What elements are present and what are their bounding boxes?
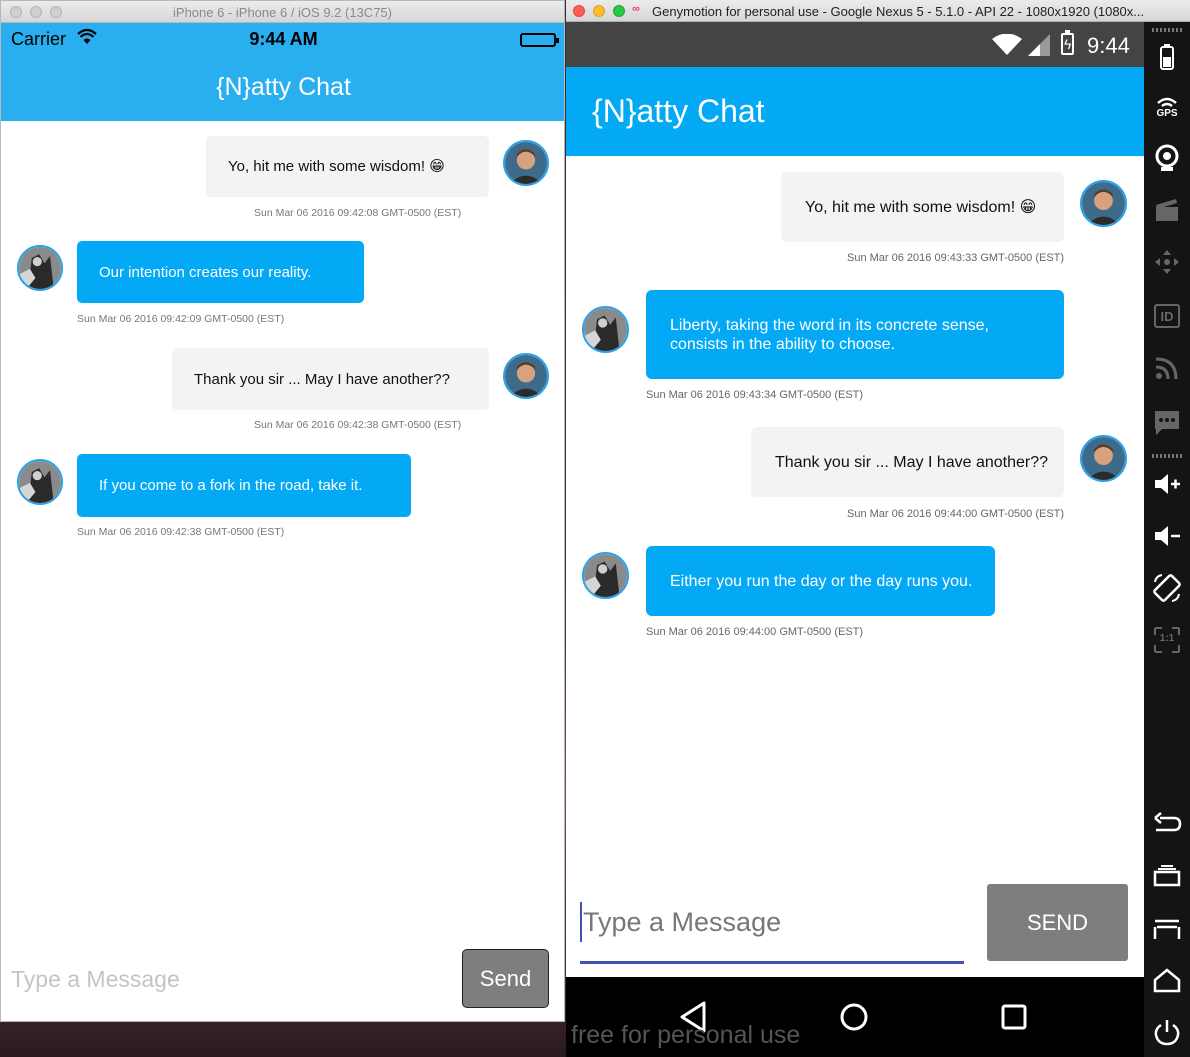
ios-window-titlebar: iPhone 6 - iPhone 6 / iOS 9.2 (13C75): [1, 1, 564, 23]
id-icon[interactable]: ID: [1149, 298, 1185, 334]
android-compose-bar: SEND: [566, 877, 1144, 977]
recent-apps-icon[interactable]: [1149, 858, 1185, 894]
sms-icon[interactable]: [1149, 404, 1185, 440]
message-timestamp: Sun Mar 06 2016 09:42:38 GMT-0500 (EST): [77, 526, 285, 538]
ios-message-list[interactable]: Yo, hit me with some wisdom! 😁 Sun Mar 0…: [1, 121, 564, 941]
message-bubble-incoming[interactable]: Our intention creates our reality.: [77, 241, 364, 303]
android-screen: ϟ 9:44 {N}atty Chat Yo, hit me with some…: [566, 22, 1144, 1057]
pixel-perfect-icon[interactable]: 1:1: [1149, 622, 1185, 658]
minimize-window-button[interactable]: [593, 5, 605, 17]
message-input[interactable]: [580, 902, 964, 942]
message-bubble-outgoing[interactable]: Yo, hit me with some wisdom! 😁: [206, 136, 489, 197]
gps-icon[interactable]: GPS: [1149, 88, 1185, 124]
message-text: Yo, hit me with some wisdom! 😁: [805, 198, 1037, 216]
android-message-list[interactable]: Yo, hit me with some wisdom! 😁 Sun Mar 0…: [566, 156, 1144, 876]
nav-home-icon[interactable]: [834, 997, 874, 1037]
message-timestamp: Sun Mar 06 2016 09:42:09 GMT-0500 (EST): [77, 313, 285, 325]
battery-icon[interactable]: [1149, 38, 1185, 74]
toolbar-grip: [1152, 454, 1182, 458]
wifi-icon: [992, 33, 1022, 61]
message-text: If you come to a fork in the road, take …: [99, 477, 363, 494]
message-input[interactable]: [11, 964, 441, 994]
message-text: Thank you sir ... May I have another??: [775, 453, 1049, 471]
ios-compose-bar: Send: [1, 946, 564, 1016]
input-underline: [580, 961, 964, 964]
user-avatar: [1080, 435, 1127, 482]
genymotion-window: ∞ Genymotion for personal use - Google N…: [566, 0, 1190, 1057]
battery-icon: [520, 33, 559, 47]
message-text: Thank you sir ... May I have another??: [194, 370, 450, 388]
message-timestamp: Sun Mar 06 2016 09:43:33 GMT-0500 (EST): [847, 252, 1065, 264]
battery-charging-icon: ϟ: [1061, 30, 1074, 55]
bot-avatar: [582, 306, 629, 353]
webcam-icon[interactable]: [1149, 140, 1185, 176]
message-timestamp: Sun Mar 06 2016 09:42:38 GMT-0500 (EST): [254, 419, 462, 431]
menu-icon[interactable]: [1149, 910, 1185, 946]
genymotion-window-titlebar: ∞ Genymotion for personal use - Google N…: [566, 0, 1190, 22]
bot-avatar: [17, 245, 63, 291]
remote-control-icon[interactable]: [1149, 244, 1185, 280]
network-icon[interactable]: [1149, 350, 1185, 386]
nav-recents-icon[interactable]: [994, 997, 1034, 1037]
bot-avatar: [17, 459, 63, 505]
message-text: Our intention creates our reality.: [99, 263, 312, 281]
genymotion-window-title: Genymotion for personal use - Google Nex…: [652, 4, 1145, 19]
message-text: Yo, hit me with some wisdom! 😁: [228, 158, 445, 175]
user-avatar: [503, 140, 549, 186]
android-app-title: {N}atty Chat: [566, 67, 1144, 156]
message-timestamp: Sun Mar 06 2016 09:44:00 GMT-0500 (EST): [646, 626, 864, 638]
android-clock: 9:44: [1087, 33, 1130, 58]
volume-down-icon[interactable]: [1149, 518, 1185, 554]
user-avatar: [503, 353, 549, 399]
rotate-icon[interactable]: [1149, 570, 1185, 606]
genymotion-logo-icon: ∞: [632, 3, 640, 15]
send-button[interactable]: Send: [462, 949, 549, 1008]
ios-app-title: {N}atty Chat: [1, 57, 564, 121]
ios-status-bar: Carrier 9:44 AM: [1, 23, 564, 57]
message-timestamp: Sun Mar 06 2016 09:44:00 GMT-0500 (EST): [847, 508, 1065, 520]
user-avatar: [1080, 180, 1127, 227]
pixel-perfect-label: 1:1: [1159, 633, 1175, 644]
message-text: Either you run the day or the day runs y…: [670, 572, 973, 590]
bot-avatar: [582, 552, 629, 599]
message-bubble-incoming[interactable]: If you come to a fork in the road, take …: [77, 454, 411, 517]
message-bubble-outgoing[interactable]: Yo, hit me with some wisdom! 😁: [781, 172, 1064, 242]
android-status-bar: ϟ 9:44: [566, 22, 1144, 67]
toolbar-grip: [1152, 28, 1182, 32]
close-window-button[interactable]: [573, 5, 585, 17]
message-bubble-incoming[interactable]: Liberty, taking the word in its concrete…: [646, 290, 1064, 379]
message-bubble-incoming[interactable]: Either you run the day or the day runs y…: [646, 546, 995, 616]
volume-up-icon[interactable]: [1149, 466, 1185, 502]
message-bubble-outgoing[interactable]: Thank you sir ... May I have another??: [751, 427, 1064, 497]
message-bubble-outgoing[interactable]: Thank you sir ... May I have another??: [172, 348, 489, 410]
personal-use-watermark: free for personal use: [571, 1021, 801, 1049]
message-text: Liberty, taking the word in its concrete…: [670, 316, 989, 353]
home-icon[interactable]: [1149, 962, 1185, 998]
ios-simulator-window: iPhone 6 - iPhone 6 / iOS 9.2 (13C75) Ca…: [0, 0, 565, 1022]
id-label: ID: [1160, 309, 1174, 324]
android-navigation-bar: free for personal use: [566, 977, 1144, 1057]
capture-icon[interactable]: [1149, 192, 1185, 228]
ios-window-title: iPhone 6 - iPhone 6 / iOS 9.2 (13C75): [173, 5, 392, 20]
gps-label: GPS: [1156, 108, 1178, 119]
genymotion-toolbar: GPS ID 1:1: [1144, 22, 1190, 1057]
message-timestamp: Sun Mar 06 2016 09:43:34 GMT-0500 (EST): [646, 389, 864, 401]
power-icon[interactable]: [1149, 1014, 1185, 1050]
cell-signal-icon: [1028, 34, 1050, 61]
zoom-window-button[interactable]: [613, 5, 625, 17]
ios-clock: 9:44 AM: [249, 29, 318, 49]
send-button[interactable]: SEND: [987, 884, 1128, 961]
back-icon[interactable]: [1149, 806, 1185, 842]
message-timestamp: Sun Mar 06 2016 09:42:08 GMT-0500 (EST): [254, 207, 462, 219]
